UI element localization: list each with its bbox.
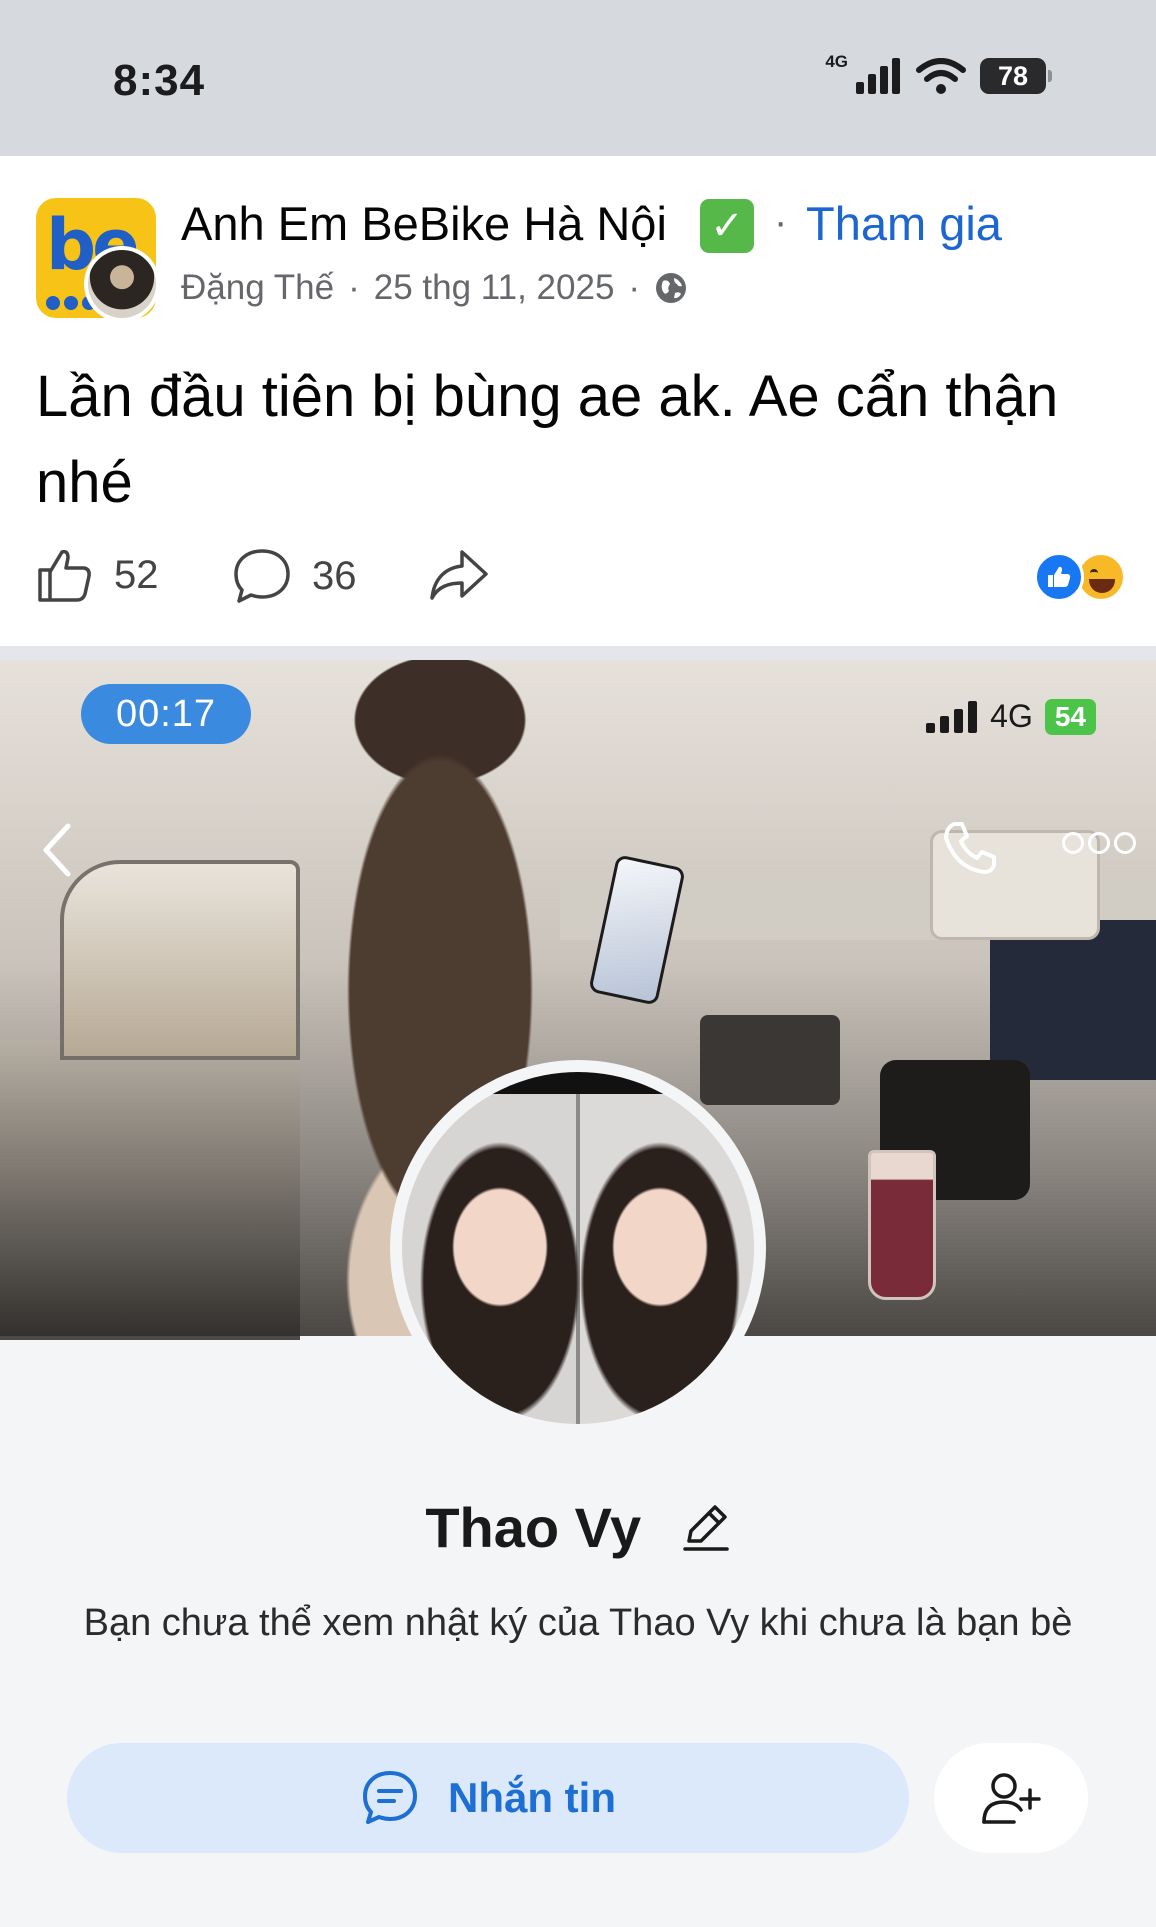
- battery-indicator: 54: [1044, 698, 1096, 735]
- join-group-link[interactable]: Tham gia: [806, 196, 1002, 251]
- profile-avatar[interactable]: [390, 1060, 766, 1436]
- send-message-button[interactable]: Nhắn tin: [67, 1743, 909, 1853]
- post-meta: Đặng Thế · 25 thg 11, 2025 ·: [181, 268, 688, 308]
- comment-button[interactable]: 36: [232, 546, 357, 606]
- share-button[interactable]: [428, 546, 490, 604]
- reaction-summary[interactable]: [1034, 552, 1126, 602]
- more-options-icon[interactable]: [1062, 832, 1136, 854]
- section-divider: [0, 646, 1156, 660]
- edit-pencil-icon[interactable]: [679, 1501, 731, 1553]
- comment-count: 36: [312, 553, 357, 598]
- globe-icon: [656, 273, 687, 303]
- network-type: 4G: [825, 52, 848, 71]
- profile-name: Thao Vy: [425, 1495, 642, 1559]
- author-name[interactable]: Đặng Thế: [181, 268, 334, 308]
- post-card: be HN Anh Em BeBike Hà Nội ✓ · Tham gia …: [0, 156, 1156, 646]
- cellular-signal-icon: [926, 700, 978, 733]
- chat-bubble-icon: [363, 1771, 417, 1824]
- recording-timer: 00:17: [81, 684, 251, 744]
- wifi-icon: [916, 58, 966, 94]
- comment-bubble-icon: [234, 549, 290, 603]
- post-actions-bar: 52 36: [36, 546, 1126, 626]
- separator-dot: ·: [774, 200, 788, 244]
- like-count: 52: [114, 552, 159, 597]
- separator-dot: ·: [348, 268, 360, 307]
- status-time: 8:34: [113, 56, 206, 105]
- share-arrow-icon: [430, 550, 488, 600]
- send-message-label: Nhắn tin: [448, 1774, 616, 1821]
- friend-required-notice: Bạn chưa thể xem nhật ký của Thao Vy khi…: [83, 1602, 1073, 1644]
- screenshot-status-icons: 4G 54: [926, 698, 1096, 735]
- like-reaction-icon: [1034, 552, 1084, 602]
- add-friend-icon: [982, 1773, 1041, 1824]
- status-icons: 4G 78: [825, 52, 1052, 94]
- status-bar: 8:34 4G 78: [0, 0, 1156, 156]
- add-friend-button[interactable]: [934, 1743, 1088, 1853]
- phone-call-icon[interactable]: [940, 818, 1000, 878]
- network-type: 4G: [990, 698, 1033, 734]
- post-body-text: Lần đầu tiên bị bùng ae ak. Ae cẩn thận …: [36, 364, 1059, 515]
- group-name[interactable]: Anh Em BeBike Hà Nội: [181, 196, 667, 251]
- back-chevron-icon[interactable]: [38, 820, 78, 880]
- post-image[interactable]: 00:17 4G 54 Thao Vy Bạn chưa thể xem nhậ…: [0, 660, 1156, 1927]
- author-avatar[interactable]: [84, 246, 160, 322]
- separator-dot: ·: [628, 268, 641, 307]
- cellular-signal-icon: [856, 58, 900, 94]
- post-date[interactable]: 25 thg 11, 2025: [374, 268, 615, 308]
- thumbs-up-icon: [38, 549, 91, 602]
- verified-check-icon: ✓: [700, 199, 754, 253]
- like-button[interactable]: 52: [36, 546, 159, 604]
- profile-name-row: Thao Vy: [0, 1490, 1156, 1560]
- battery-indicator: 78: [980, 58, 1052, 94]
